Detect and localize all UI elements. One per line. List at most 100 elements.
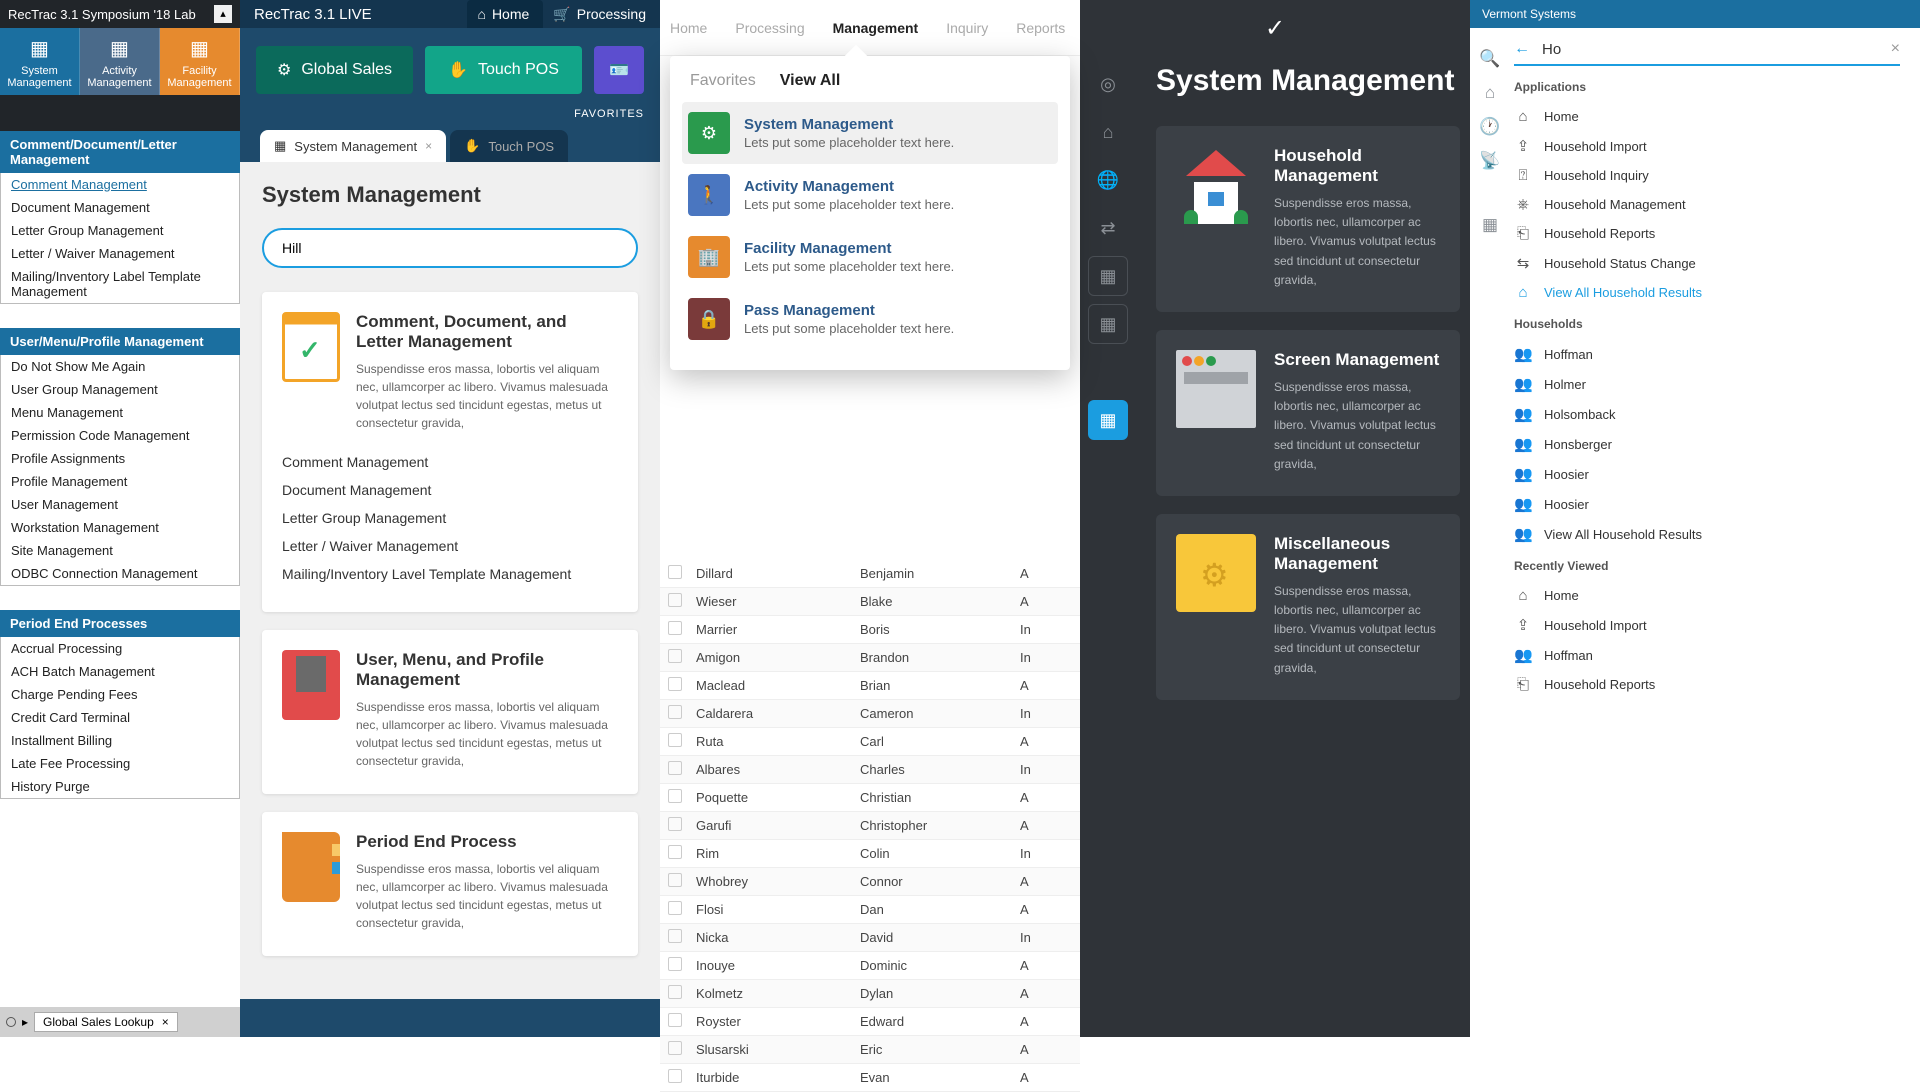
checkbox[interactable] — [668, 621, 682, 635]
search-result-item[interactable]: ⇆Household Status Change — [1514, 248, 1900, 278]
search-result-item[interactable]: ⌂View All Household Results — [1514, 278, 1900, 307]
tab-touch-pos[interactable]: ✋Touch POS — [450, 130, 568, 162]
search-result-item[interactable]: ⇪Household Import — [1514, 131, 1900, 161]
table-row[interactable]: DillardBenjaminA — [660, 560, 1080, 588]
table-row[interactable]: AmigonBrandonIn — [660, 644, 1080, 672]
search-result-item[interactable]: ⇪Household Import — [1514, 610, 1900, 640]
legacy-dropdown-toggle[interactable]: ▴ — [214, 5, 232, 23]
legacy-list-item[interactable]: Workstation Management — [1, 516, 239, 539]
legacy-list-item[interactable]: Permission Code Management — [1, 424, 239, 447]
checkbox[interactable] — [668, 565, 682, 579]
tile-activity-management[interactable]: ▦Activity Management — [80, 28, 160, 95]
dark-card[interactable]: Miscellaneous ManagementSuspendisse eros… — [1156, 514, 1460, 700]
sidebar-shuffle-icon[interactable]: ⇄ — [1088, 208, 1128, 248]
checkbox[interactable] — [668, 873, 682, 887]
nav-home[interactable]: ⌂Home — [467, 0, 543, 28]
dropdown-item[interactable]: 🔒Pass ManagementLets put some placeholde… — [670, 288, 1070, 350]
home-icon[interactable]: ⌂ — [1470, 76, 1510, 110]
checkbox[interactable] — [668, 957, 682, 971]
search-result-item[interactable]: 👥Hoosier — [1514, 489, 1900, 519]
table-row[interactable]: RutaCarlA — [660, 728, 1080, 756]
checkbox[interactable] — [668, 789, 682, 803]
card-link[interactable]: Letter / Waiver Management — [282, 532, 618, 560]
close-icon[interactable]: × — [425, 139, 432, 153]
legacy-list-item[interactable]: Site Management — [1, 539, 239, 562]
legacy-list-item[interactable]: Document Management — [1, 196, 239, 219]
checkbox[interactable] — [668, 817, 682, 831]
clear-icon[interactable]: × — [1891, 40, 1900, 58]
tile-facility-management[interactable]: ▦Facility Management — [160, 28, 240, 95]
table-row[interactable]: InouyeDominicA — [660, 952, 1080, 980]
search-result-item[interactable]: ⎈Household Management — [1514, 190, 1900, 219]
sidebar-grid-icon[interactable]: ▦ — [1088, 256, 1128, 296]
search-result-item[interactable]: 👥Hoosier — [1514, 459, 1900, 489]
footer-chip[interactable]: Global Sales Lookup× — [34, 1012, 178, 1032]
sidebar-home-icon[interactable]: ⌂ — [1088, 112, 1128, 152]
legacy-list-item[interactable]: Comment Management — [1, 173, 239, 196]
checkbox[interactable] — [668, 845, 682, 859]
clock-icon[interactable]: 🕐 — [1470, 110, 1510, 144]
checkbox[interactable] — [668, 1041, 682, 1055]
sidebar-globe-icon[interactable]: 🌐 — [1088, 160, 1128, 200]
table-row[interactable]: AlbaresCharlesIn — [660, 756, 1080, 784]
search-result-item[interactable]: 👥Honsberger — [1514, 429, 1900, 459]
search-icon[interactable]: 🔍 — [1470, 42, 1510, 76]
card-link[interactable]: Letter Group Management — [282, 504, 618, 532]
nav-item[interactable]: Processing — [735, 20, 804, 36]
legacy-list-item[interactable]: Profile Assignments — [1, 447, 239, 470]
search-result-item[interactable]: 👥Holmer — [1514, 369, 1900, 399]
search-result-item[interactable]: 👥Holsomback — [1514, 399, 1900, 429]
back-icon[interactable]: ← — [1514, 40, 1530, 58]
search-result-item[interactable]: ⎗Household Reports — [1514, 219, 1900, 248]
antenna-icon[interactable]: 📡 — [1470, 144, 1510, 178]
favorites-link[interactable]: FAVORITES — [240, 104, 660, 130]
footer-toggle[interactable]: ▸ — [22, 1015, 28, 1029]
search-result-item[interactable]: 👥Hoffman — [1514, 339, 1900, 369]
checkbox[interactable] — [668, 1013, 682, 1027]
dd-tab-view-all[interactable]: View All — [780, 72, 840, 90]
search-input[interactable] — [262, 228, 638, 268]
legacy-list-item[interactable]: Installment Billing — [1, 729, 239, 752]
checkbox[interactable] — [668, 1069, 682, 1083]
dd-tab-favorites[interactable]: Favorites — [690, 72, 756, 90]
checkbox[interactable] — [668, 649, 682, 663]
checkbox[interactable] — [668, 705, 682, 719]
table-row[interactable]: RoysterEdwardA — [660, 1008, 1080, 1036]
legacy-list-item[interactable]: User Management — [1, 493, 239, 516]
close-icon[interactable]: × — [162, 1015, 169, 1029]
legacy-list-item[interactable]: History Purge — [1, 775, 239, 798]
nav-item[interactable]: Management — [833, 20, 919, 36]
table-row[interactable]: CaldareraCameronIn — [660, 700, 1080, 728]
checkbox[interactable] — [668, 677, 682, 691]
sidebar-apps-icon[interactable]: ▦ — [1088, 400, 1128, 440]
legacy-list-item[interactable]: User Group Management — [1, 378, 239, 401]
legacy-list-item[interactable]: Mailing/Inventory Label Template Managem… — [1, 265, 239, 303]
nav-item[interactable]: Home — [670, 20, 707, 36]
table-row[interactable]: IturbideEvanA — [660, 1064, 1080, 1092]
legacy-list-item[interactable]: Late Fee Processing — [1, 752, 239, 775]
table-row[interactable]: GarufiChristopherA — [660, 812, 1080, 840]
dropdown-item[interactable]: 🏢Facility ManagementLets put some placeh… — [670, 226, 1070, 288]
dark-card[interactable]: Household ManagementSuspendisse eros mas… — [1156, 126, 1460, 312]
legacy-list-item[interactable]: Letter / Waiver Management — [1, 242, 239, 265]
tab-system-management[interactable]: ▦System Management× — [260, 130, 446, 162]
card-link[interactable]: Document Management — [282, 476, 618, 504]
legacy-list-item[interactable]: ODBC Connection Management — [1, 562, 239, 585]
dropdown-item[interactable]: 🚶Activity ManagementLets put some placeh… — [670, 164, 1070, 226]
search-result-item[interactable]: 👥Hoffman — [1514, 640, 1900, 670]
table-row[interactable]: WieserBlakeA — [660, 588, 1080, 616]
legacy-list-item[interactable]: Profile Management — [1, 470, 239, 493]
table-row[interactable]: RimColinIn — [660, 840, 1080, 868]
nav-item[interactable]: Reports — [1016, 20, 1065, 36]
touch-pos-button[interactable]: ✋Touch POS — [425, 46, 582, 94]
dark-card[interactable]: Screen ManagementSuspendisse eros massa,… — [1156, 330, 1460, 496]
legacy-list-item[interactable]: Letter Group Management — [1, 219, 239, 242]
table-row[interactable]: FlosiDanA — [660, 896, 1080, 924]
nav-processing[interactable]: 🛒Processing — [543, 0, 660, 28]
card-link[interactable]: Mailing/Inventory Lavel Template Managem… — [282, 560, 618, 588]
search-result-item[interactable]: ⍰Household Inquiry — [1514, 161, 1900, 190]
checkbox[interactable] — [668, 929, 682, 943]
search-input[interactable] — [1542, 41, 1879, 58]
legacy-list-item[interactable]: Charge Pending Fees — [1, 683, 239, 706]
search-result-item[interactable]: ⎗Household Reports — [1514, 670, 1900, 699]
